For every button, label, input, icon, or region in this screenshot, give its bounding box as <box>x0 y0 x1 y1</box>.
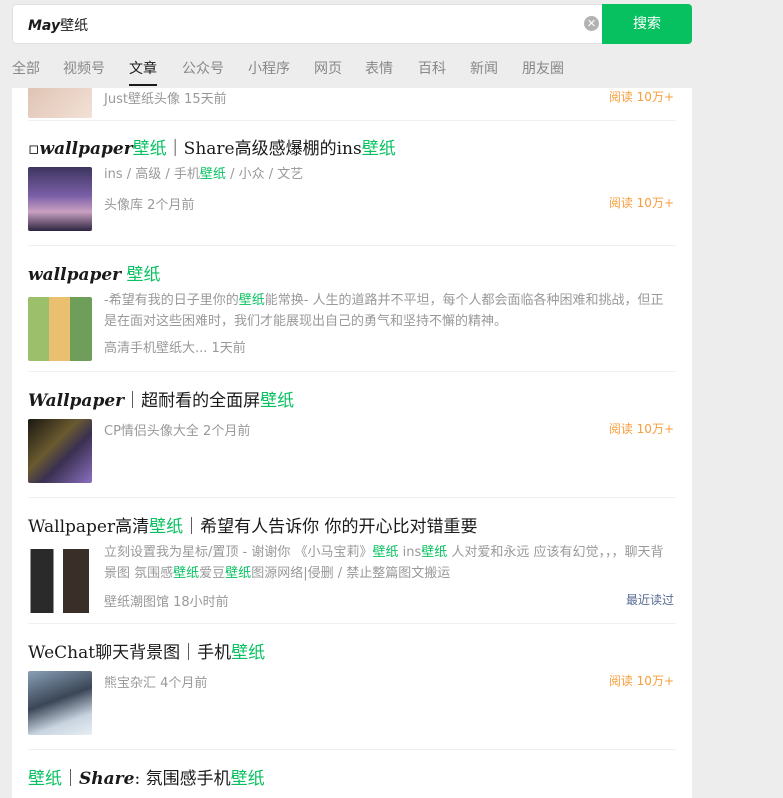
tab-baike[interactable]: 百科 <box>418 58 446 78</box>
search-query: May壁纸 <box>28 15 88 35</box>
tab-articles[interactable]: 文章 <box>129 58 157 86</box>
list-item[interactable]: Wallpaper｜超耐看的全面屏壁纸 CP情侣头像大全 2个月前 阅读 10万… <box>28 373 676 498</box>
title-fragment: Wallpaper高清 <box>28 517 150 537</box>
results-list: Just壁纸头像 15天前 阅读 10万+ ▫wallpaper壁纸｜Share… <box>12 88 692 798</box>
list-item[interactable]: wallpaper 壁纸 -希望有我的日子里你的壁纸能常换- 人生的道路并不平坦… <box>28 247 676 372</box>
article-title[interactable]: Wallpaper｜超耐看的全面屏壁纸 <box>28 386 294 411</box>
desc-fragment: 图源网络|侵删 / 禁止整篇图文搬运 <box>251 566 451 581</box>
tab-all[interactable]: 全部 <box>12 58 40 78</box>
search-query-rest: 壁纸 <box>60 18 89 34</box>
list-item[interactable]: ▫wallpaper壁纸｜Share高级感爆棚的ins壁纸 ins / 高级 /… <box>28 121 676 246</box>
thumbnail-image <box>28 671 92 735</box>
clear-icon[interactable]: ✕ <box>584 16 599 31</box>
title-fragment: ｜ <box>62 769 79 789</box>
title-keyword: 壁纸 <box>132 139 167 159</box>
tab-moments[interactable]: 朋友圈 <box>522 58 564 78</box>
desc-fragment: 爱豆 <box>199 566 226 581</box>
thumbnail-image <box>28 419 92 483</box>
article-meta: Just壁纸头像 15天前 <box>104 92 227 107</box>
article-title[interactable]: Wallpaper高清壁纸｜希望有人告诉你 你的开心比对错重要 <box>28 512 478 537</box>
article-title[interactable]: 壁纸｜Share: 氛围感手机壁纸 <box>28 764 265 789</box>
article-title[interactable]: WeChat聊天背景图｜手机壁纸 <box>28 638 265 663</box>
search-button[interactable]: 搜索 <box>602 4 692 44</box>
title-keyword: 壁纸 <box>126 265 161 285</box>
title-keyword: 壁纸 <box>231 643 266 663</box>
article-desc: 立刻设置我为星标/置顶 - 谢谢你 《小马宝莉》壁纸 ins壁纸 人对爱和永远 … <box>104 542 676 584</box>
desc-keyword: 壁纸 <box>421 545 448 560</box>
title-fragment: : 氛围感手机 <box>134 769 231 789</box>
title-fragment: Wallpaper <box>28 391 125 411</box>
article-meta: 高清手机壁纸大... 1天前 <box>104 341 246 356</box>
thumbnail-image <box>28 297 92 361</box>
desc-fragment: / 小众 / 文艺 <box>225 167 304 182</box>
title-fragment: ｜Share高级感爆棚的ins <box>166 139 362 159</box>
read-count: 阅读 10万+ <box>608 422 674 436</box>
desc-keyword: 壁纸 <box>372 545 399 560</box>
desc-fragment: 立刻设置我为星标/置顶 - 谢谢你 《小马宝莉》 <box>104 545 373 560</box>
article-meta: 熊宝杂汇 4个月前 <box>104 676 208 691</box>
title-fragment: ▫ <box>28 139 40 159</box>
read-count: 阅读 10万+ <box>608 196 674 210</box>
article-desc: ins / 高级 / 手机壁纸 / 小众 / 文艺 <box>104 164 676 185</box>
desc-keyword: 壁纸 <box>173 566 200 581</box>
tab-news[interactable]: 新闻 <box>470 58 498 78</box>
list-item[interactable]: Just壁纸头像 15天前 阅读 10万+ <box>28 88 676 121</box>
list-item[interactable]: 壁纸｜Share: 氛围感手机壁纸 <box>28 751 676 798</box>
list-item[interactable]: Wallpaper高清壁纸｜希望有人告诉你 你的开心比对错重要 立刻设置我为星标… <box>28 499 676 624</box>
article-meta: 壁纸潮图馆 18小时前 <box>104 595 229 610</box>
article-desc: -希望有我的日子里你的壁纸能常换- 人生的道路并不平坦，每个人都会面临各种困难和… <box>104 290 676 332</box>
read-count: 阅读 10万+ <box>608 674 674 688</box>
title-keyword: 壁纸 <box>361 139 396 159</box>
article-title[interactable]: ▫wallpaper壁纸｜Share高级感爆棚的ins壁纸 <box>28 134 396 159</box>
tab-web[interactable]: 网页 <box>314 58 342 78</box>
title-fragment: wallpaper <box>39 139 133 159</box>
title-keyword: 壁纸 <box>230 769 265 789</box>
tab-stickers[interactable]: 表情 <box>365 58 393 78</box>
title-fragment: ｜超耐看的全面屏 <box>124 391 261 411</box>
title-fragment: WeChat聊天背景图｜手机 <box>28 643 232 663</box>
title-fragment: ｜希望有人告诉你 你的开心比对错重要 <box>183 517 478 537</box>
article-meta: 头像库 2个月前 <box>104 198 195 213</box>
desc-keyword: 壁纸 <box>199 167 226 182</box>
desc-keyword: 壁纸 <box>238 293 265 308</box>
tab-video[interactable]: 视频号 <box>63 58 105 78</box>
desc-fragment: -希望有我的日子里你的 <box>104 293 239 308</box>
title-fragment: Share <box>79 769 135 789</box>
list-item[interactable]: WeChat聊天背景图｜手机壁纸 熊宝杂汇 4个月前 阅读 10万+ <box>28 625 676 750</box>
tab-official-accounts[interactable]: 公众号 <box>182 58 224 78</box>
read-count: 阅读 10万+ <box>608 90 674 104</box>
thumbnail-image <box>28 88 92 118</box>
search-bar: May壁纸 ✕ 搜索 <box>12 4 692 44</box>
title-keyword: 壁纸 <box>260 391 295 411</box>
desc-fragment: ins / 高级 / 手机 <box>104 167 200 182</box>
tab-mini-programs[interactable]: 小程序 <box>248 58 290 78</box>
title-keyword: 壁纸 <box>28 769 62 789</box>
desc-keyword: 壁纸 <box>225 566 252 581</box>
title-keyword: 壁纸 <box>149 517 184 537</box>
article-meta: CP情侣头像大全 2个月前 <box>104 424 251 439</box>
thumbnail-image <box>28 167 92 231</box>
thumbnail-image <box>28 549 92 613</box>
desc-fragment: ins <box>398 545 422 560</box>
search-query-em: May <box>28 18 61 34</box>
title-fragment: wallpaper <box>28 265 122 285</box>
search-input[interactable]: May壁纸 ✕ <box>12 4 614 44</box>
article-title[interactable]: wallpaper 壁纸 <box>28 260 161 285</box>
recently-read-label: 最近读过 <box>625 593 674 607</box>
